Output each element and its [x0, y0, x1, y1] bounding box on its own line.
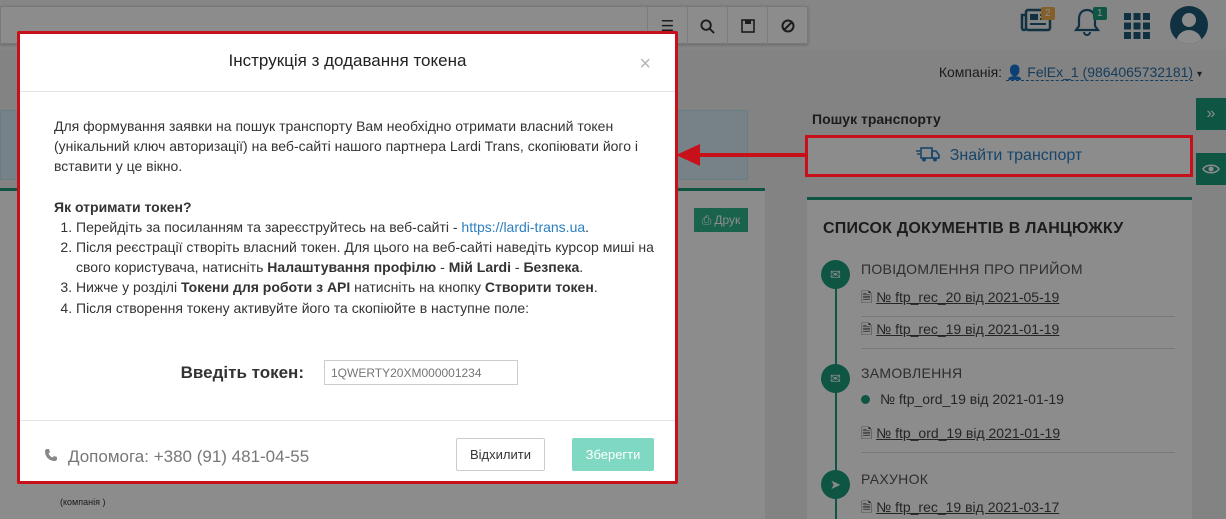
step-item: Після реєстрації створіть власний токен.…	[76, 237, 654, 277]
steps-list: Перейдіть за посиланням та зареєструйтес…	[54, 217, 654, 318]
step-bold: Токени для роботи з API	[180, 279, 351, 296]
step-text: .	[593, 279, 598, 296]
step-item: Після створення токену активуйте його та…	[76, 298, 654, 318]
modal-title: Інструкція з додавання токена	[228, 51, 467, 70]
cancel-button[interactable]: Відхилити	[456, 438, 545, 471]
step-item: Перейдіть за посиланням та зареєструйтес…	[76, 217, 654, 237]
step-text: -	[436, 259, 449, 276]
step-text: Перейдіть за посиланням та зареєструйтес…	[76, 218, 462, 235]
step-item: Нижче у розділі Токени для роботи з API …	[76, 277, 654, 297]
help-text: Допомога: +380 (91) 481-04-55	[68, 447, 310, 466]
token-label: Введіть токен:	[180, 362, 304, 382]
step-text: .	[579, 259, 584, 276]
howto-heading: Як отримати токен?	[54, 198, 192, 215]
pointer-arrow	[676, 144, 807, 166]
modal-footer: Допомога: +380 (91) 481-04-55 Відхилити …	[20, 420, 675, 481]
token-input[interactable]	[324, 360, 518, 385]
token-instruction-modal: Інструкція з додавання токена × Для форм…	[17, 31, 678, 484]
step-text: Після створення токену активуйте його та…	[76, 299, 530, 316]
modal-header: Інструкція з додавання токена ×	[20, 34, 675, 92]
token-row: Введіть токен:	[178, 360, 518, 385]
save-button[interactable]: Зберегти	[572, 438, 654, 471]
step-bold: Налаштування профілю	[267, 259, 437, 276]
step-text: -	[511, 259, 524, 276]
intro-text: Для формування заявки на пошук транспорт…	[54, 118, 639, 175]
step-bold: Мій Lardi	[448, 259, 511, 276]
phone-icon	[44, 447, 58, 467]
step-text: натисніть на кнопку	[350, 279, 485, 296]
modal-body: Для формування заявки на пошук транспорт…	[54, 116, 654, 318]
help-contact: Допомога: +380 (91) 481-04-55	[44, 447, 309, 467]
close-icon[interactable]: ×	[639, 54, 651, 74]
step-text: .	[585, 218, 590, 235]
step-text: Нижче у розділі	[76, 279, 181, 296]
step-bold: Безпека	[523, 259, 580, 276]
lardi-link[interactable]: https://lardi-trans.ua	[461, 219, 585, 235]
step-bold: Створити токен	[484, 279, 594, 296]
